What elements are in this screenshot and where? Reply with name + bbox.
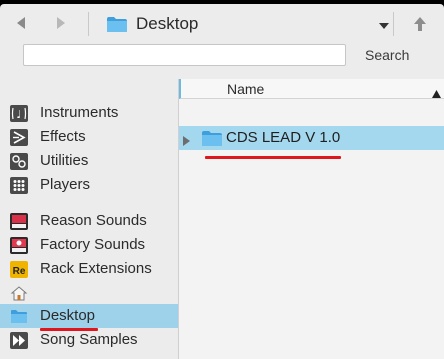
svg-text:Re: Re [13,266,26,277]
column-header-label: Name [227,81,265,97]
toolbar-divider [88,12,89,36]
disclosure-triangle-icon[interactable] [182,133,191,151]
toolbar: Desktop [0,4,444,42]
sidebar-item-utilities[interactable]: Utilities [0,149,178,173]
reason-sounds-icon [10,213,28,230]
sidebar-item-label: Players [40,176,91,193]
song-samples-icon [10,332,28,349]
sidebar-item-label: Desktop [40,307,96,324]
path-selector-label[interactable]: Desktop [136,13,198,35]
search-input[interactable] [23,44,346,66]
toolbar-divider [393,12,394,36]
effects-icon [10,129,28,146]
sidebar-item-home[interactable] [0,281,178,305]
sidebar-item-label: Effects [40,128,86,145]
utilities-icon [10,153,28,170]
players-icon [10,177,28,194]
folder-icon [201,130,223,147]
sidebar-item-effects[interactable]: Effects [0,125,178,149]
back-arrow-icon[interactable] [12,14,30,32]
sidebar-item-label: Utilities [40,152,89,169]
file-name: CDS LEAD V 1.0 [226,129,341,146]
sidebar-item-label: Instruments [40,104,119,121]
sidebar-item-label: Rack Extensions [40,260,152,277]
search-button[interactable]: Search [365,47,409,63]
sidebar-item-desktop[interactable]: Desktop [0,304,178,328]
chevron-down-icon[interactable] [378,19,390,31]
sidebar-item-label: Reason Sounds [40,212,147,229]
file-list-pane: Name CDS LEAD V 1.0 [178,79,444,359]
sidebar: ♩ Instruments Effects Utilities Players [0,74,178,359]
sidebar-item-label: Factory Sounds [40,236,146,253]
column-header-name[interactable]: Name [179,79,444,99]
annotation-underline [40,328,98,331]
sidebar-item-rack-extensions[interactable]: Re Rack Extensions [0,257,178,281]
forward-arrow-icon[interactable] [52,14,70,32]
home-icon [10,285,28,302]
file-browser-window: Desktop Search ♩ Instruments Effects Uti… [0,4,444,359]
up-arrow-icon[interactable] [398,12,442,36]
sidebar-item-instruments[interactable]: ♩ Instruments [0,101,178,125]
sidebar-item-song-samples[interactable]: Song Samples [0,328,178,352]
rack-extensions-icon: Re [10,261,28,278]
sidebar-item-factory-sounds[interactable]: Factory Sounds [0,233,178,257]
sort-ascending-icon [432,85,441,103]
svg-text:♩: ♩ [16,108,21,121]
file-row[interactable]: CDS LEAD V 1.0 [179,126,444,150]
annotation-underline [205,156,341,159]
sidebar-item-reason-sounds[interactable]: Reason Sounds [0,209,178,233]
instruments-icon: ♩ [10,105,28,122]
desktop-folder-icon [10,308,28,325]
factory-sounds-icon [10,237,28,254]
sidebar-item-players[interactable]: Players [0,173,178,197]
sidebar-item-label: Song Samples [40,331,138,348]
folder-icon [106,16,128,33]
